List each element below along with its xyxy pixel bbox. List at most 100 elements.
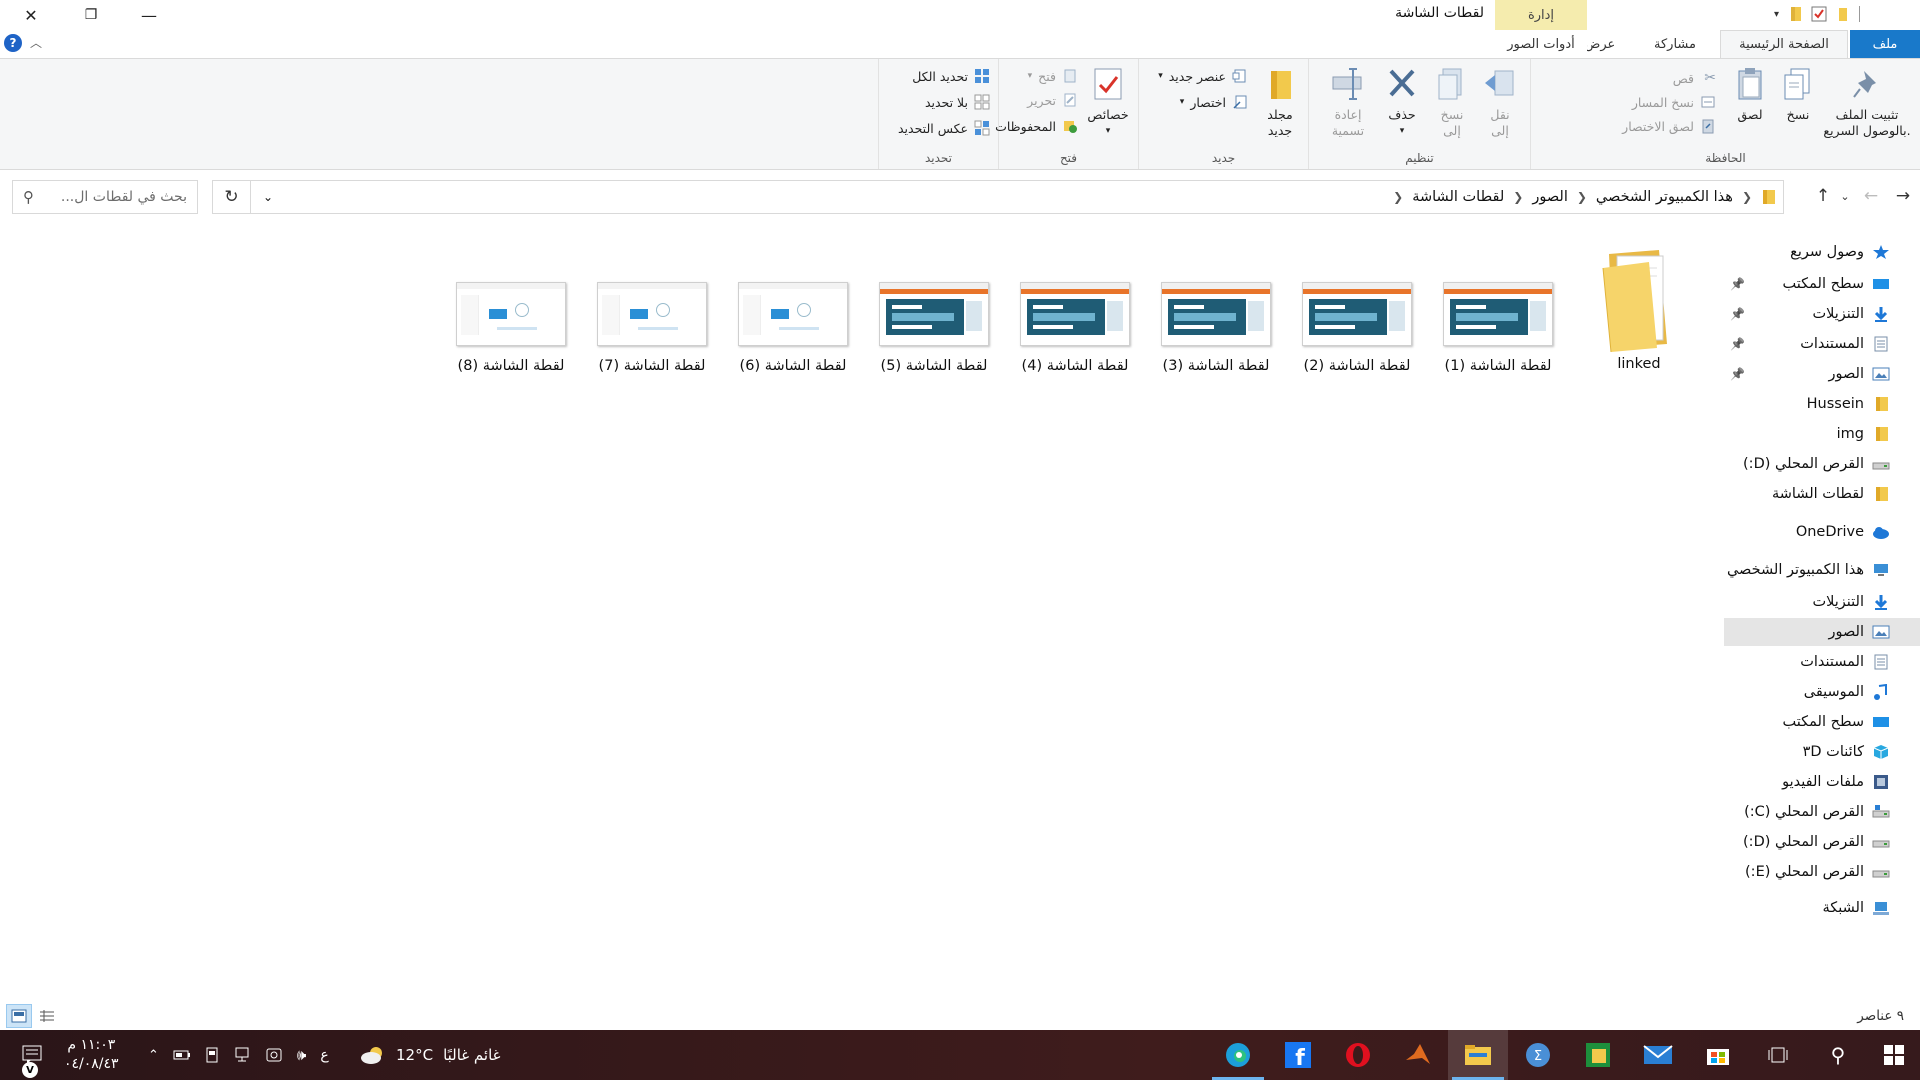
nav-item[interactable]: المستندات 📌 [1724, 330, 1920, 358]
file-item[interactable]: لقطة الشاشة (2) [1292, 238, 1422, 374]
details-view-button[interactable] [34, 1004, 60, 1028]
cut-button[interactable]: ✂ قص [1673, 67, 1716, 89]
nav-item[interactable]: الشبكة [1724, 894, 1920, 922]
file-item[interactable]: لقطة الشاشة (7) [587, 238, 717, 374]
large-icons-view-button[interactable] [6, 1004, 32, 1028]
help-button[interactable]: ? [4, 34, 22, 52]
up-button[interactable]: ↑ [1812, 182, 1834, 210]
tab-home[interactable]: الصفحة الرئيسية [1720, 30, 1848, 58]
nav-item[interactable]: التنزيلات 📌 [1724, 300, 1920, 328]
start-button[interactable] [1868, 1030, 1920, 1080]
pin-icon[interactable]: 📌 [1730, 337, 1745, 351]
store-button[interactable] [1688, 1030, 1748, 1080]
forward-button[interactable]: ← [1860, 182, 1882, 210]
nav-item[interactable]: لقطات الشاشة [1724, 480, 1920, 508]
breadcrumb-separator[interactable]: ❮ [1574, 190, 1590, 204]
pin-icon[interactable]: 📌 [1730, 307, 1745, 321]
properties-icon[interactable] [1811, 5, 1827, 23]
qat-customize-icon[interactable]: ▾ [1774, 9, 1779, 20]
tab-picture-tools[interactable]: أدوات الصور [1495, 30, 1587, 58]
select-all-button[interactable]: تحديد الكل [912, 65, 990, 87]
show-hidden-icons-icon[interactable]: ⌃ [148, 1048, 159, 1063]
breadcrumb-separator[interactable]: ❮ [1390, 190, 1406, 204]
file-item[interactable]: لقطة الشاشة (4) [1010, 238, 1140, 374]
nav-item[interactable]: OneDrive [1724, 518, 1920, 546]
volume-icon[interactable]: 🕪 [297, 1046, 306, 1064]
file-item[interactable]: لقطة الشاشة (3) [1151, 238, 1281, 374]
edge-button[interactable] [1208, 1030, 1268, 1080]
refresh-button[interactable]: ↻ [212, 180, 250, 214]
pin-icon[interactable]: 📌 [1730, 367, 1745, 381]
minimize-button[interactable]: — [126, 0, 172, 30]
nav-item[interactable]: الصور 📌 [1724, 360, 1920, 388]
folder-item[interactable]: linked [1574, 238, 1704, 372]
rename-button[interactable]: إعادة تسمية [1320, 65, 1376, 139]
search-input[interactable]: بحث في لقطات ال... ⚲ [12, 180, 198, 214]
pin-icon[interactable]: 📌 [1730, 277, 1745, 291]
file-item[interactable]: لقطة الشاشة (8) [446, 238, 576, 374]
address-dropdown-icon[interactable]: ⌄ [263, 190, 273, 204]
nav-item[interactable]: سطح المكتب 📌 [1724, 270, 1920, 298]
history-button[interactable]: المحفوظات [995, 115, 1078, 137]
file-item[interactable]: لقطة الشاشة (6) [728, 238, 858, 374]
open-button[interactable]: فتح ▾ [1028, 65, 1078, 87]
pin-quick-access-button[interactable]: تثبيت الملف بالوصول السريع. [1822, 65, 1912, 139]
nav-item[interactable]: القرص المحلي (E:) [1724, 858, 1920, 886]
nav-item[interactable]: القرص المحلي (C:) [1724, 798, 1920, 826]
breadcrumb-separator[interactable]: ❮ [1510, 190, 1526, 204]
facebook-button[interactable]: f [1268, 1030, 1328, 1080]
file-item[interactable]: لقطة الشاشة (5) [869, 238, 999, 374]
file-explorer-taskbar-button[interactable] [1448, 1030, 1508, 1080]
edit-button[interactable]: تحرير [1027, 89, 1078, 111]
close-button[interactable]: ✕ [8, 0, 54, 30]
app-button[interactable] [1568, 1030, 1628, 1080]
invert-selection-button[interactable]: عكس التحديد [898, 117, 990, 139]
battery-icon[interactable] [173, 1049, 191, 1061]
file-item[interactable]: لقطة الشاشة (1) [1433, 238, 1563, 374]
network-icon[interactable] [233, 1047, 251, 1063]
back-button[interactable]: → [1892, 182, 1914, 210]
breadcrumb-pictures[interactable]: الصور [1526, 189, 1574, 205]
delete-button[interactable]: حذف ▾ [1380, 65, 1424, 139]
mail-button[interactable] [1628, 1030, 1688, 1080]
nav-item[interactable]: هذا الكمبيوتر الشخصي [1724, 556, 1920, 584]
nav-item[interactable]: Hussein [1724, 390, 1920, 418]
paste-button[interactable]: لصق [1730, 65, 1770, 123]
copy-button[interactable]: نسخ [1778, 65, 1818, 123]
properties-button[interactable]: خصائص ▾ [1084, 65, 1132, 139]
nav-item[interactable]: ملفات الفيديو [1724, 768, 1920, 796]
nav-item[interactable]: img [1724, 420, 1920, 448]
search-taskbar-button[interactable]: ⚲ [1808, 1030, 1868, 1080]
folder-icon[interactable] [1787, 5, 1803, 23]
nav-item[interactable]: سطح المكتب [1724, 708, 1920, 736]
input-language[interactable]: ع [320, 1047, 328, 1063]
matlab-button[interactable] [1388, 1030, 1448, 1080]
app-folder-icon[interactable] [1835, 5, 1851, 23]
nav-item[interactable]: المستندات [1724, 648, 1920, 676]
user-badge[interactable]: V [22, 1062, 38, 1078]
breadcrumb-this-pc[interactable]: هذا الكمبيوتر الشخصي [1590, 189, 1739, 205]
recent-locations-button[interactable]: ⌄ [1834, 182, 1856, 210]
tab-file[interactable]: ملف [1850, 30, 1920, 58]
nav-item[interactable]: القرص المحلي (D:) [1724, 450, 1920, 478]
maximize-button[interactable]: ❐ [68, 0, 114, 30]
new-folder-button[interactable]: مجلد جديد [1258, 65, 1302, 139]
paste-shortcut-button[interactable]: لصق الاختصار [1622, 115, 1716, 137]
copy-to-button[interactable]: نسخ إلى [1430, 65, 1474, 139]
weather-widget[interactable]: غائم غالبًا 12°C [360, 1030, 500, 1080]
select-none-button[interactable]: بلا تحديد [925, 91, 990, 113]
nav-item[interactable]: كائنات ٣D [1724, 738, 1920, 766]
address-bar[interactable]: ❮ هذا الكمبيوتر الشخصي ❮ الصور ❮ لقطات ا… [250, 180, 1784, 214]
clock[interactable]: ١١:٠٣ م ٠٤/٠٨/٤٣ [64, 1036, 119, 1074]
nav-item[interactable]: الصور [1724, 618, 1920, 646]
app-tray-icon[interactable] [265, 1047, 283, 1063]
breadcrumb-separator[interactable]: ❮ [1739, 190, 1755, 204]
device-icon[interactable] [205, 1047, 219, 1063]
new-item-button[interactable]: عنصر جديد ▾ [1158, 65, 1248, 87]
manage-contextual-tab[interactable]: إدارة [1495, 0, 1587, 30]
move-to-button[interactable]: نقل إلى [1478, 65, 1522, 139]
nav-item[interactable]: وصول سريع [1724, 238, 1920, 266]
app-button[interactable]: Σ [1508, 1030, 1568, 1080]
task-view-button[interactable] [1748, 1030, 1808, 1080]
breadcrumb-screenshots[interactable]: لقطات الشاشة [1406, 189, 1510, 205]
